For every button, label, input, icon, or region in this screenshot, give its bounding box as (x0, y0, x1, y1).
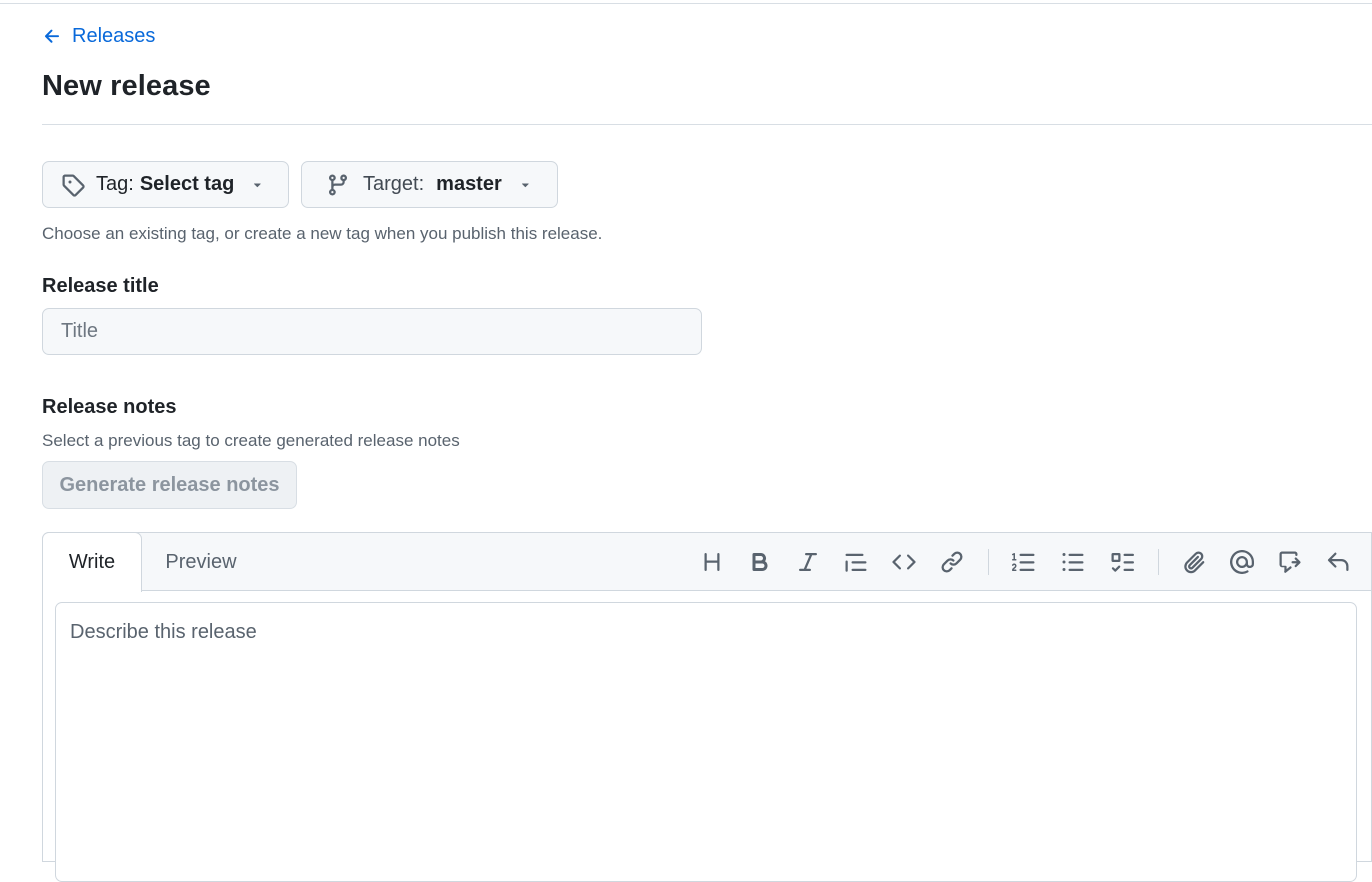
tab-write[interactable]: Write (42, 532, 142, 592)
quote-icon (845, 553, 867, 572)
target-picker-prefix: Target: (363, 173, 425, 195)
toolbar-divider (988, 549, 989, 575)
attach-files-button[interactable] (1178, 546, 1210, 578)
back-to-releases-link[interactable]: Releases (42, 22, 155, 50)
title-divider (42, 124, 1372, 125)
tag-picker-prefix: Tag: (96, 173, 134, 195)
tab-preview[interactable]: Preview (151, 532, 251, 592)
tag-hint-text: Choose an existing tag, or create a new … (42, 224, 603, 243)
tag-picker-value: Select tag (139, 173, 235, 195)
bold-icon (752, 553, 768, 571)
top-divider (0, 3, 1372, 4)
caret-down-icon (521, 183, 529, 187)
page-title: New release (42, 70, 211, 102)
markdown-editor: Write Preview (42, 532, 1372, 882)
tag-icon (62, 174, 85, 197)
bold-button[interactable] (744, 546, 776, 578)
release-notes-label: Release notes (42, 396, 177, 418)
cross-reference-icon (1279, 551, 1301, 573)
heading-icon (704, 553, 720, 571)
release-notes-hint: Select a previous tag to create generate… (42, 431, 460, 450)
reply-icon (1327, 552, 1349, 571)
release-notes-textarea[interactable] (55, 602, 1357, 882)
generate-release-notes-button[interactable]: Generate release notes (42, 461, 297, 509)
task-list-button[interactable] (1106, 546, 1138, 578)
arrow-left-icon (44, 29, 60, 43)
task-list-icon (1111, 553, 1134, 572)
heading-button[interactable] (696, 546, 728, 578)
release-title-input[interactable] (42, 308, 702, 355)
git-branch-icon (328, 174, 347, 196)
back-link-label: Releases (72, 24, 156, 47)
numbered-list-button[interactable] (1008, 546, 1040, 578)
italic-button[interactable] (792, 546, 824, 578)
tag-picker-button[interactable]: Tag: Select tag (42, 161, 289, 208)
mention-button[interactable] (1226, 546, 1258, 578)
attach-icon (1184, 551, 1205, 574)
unordered-list-icon (1062, 553, 1084, 571)
toolbar-divider (1158, 549, 1159, 575)
link-button[interactable] (936, 546, 968, 578)
italic-icon (799, 553, 817, 571)
cross-reference-button[interactable] (1274, 546, 1306, 578)
quote-button[interactable] (840, 546, 872, 578)
unordered-list-button[interactable] (1057, 546, 1089, 578)
target-picker-value: master (436, 173, 502, 195)
code-button[interactable] (888, 546, 920, 578)
target-branch-picker-button[interactable]: Target: master (301, 161, 558, 208)
release-title-label: Release title (42, 275, 159, 297)
saved-replies-button[interactable] (1322, 546, 1354, 578)
code-icon (892, 554, 916, 570)
link-icon (941, 551, 963, 573)
mention-icon (1230, 550, 1254, 574)
numbered-list-icon (1012, 553, 1035, 571)
caret-down-icon (254, 183, 261, 187)
